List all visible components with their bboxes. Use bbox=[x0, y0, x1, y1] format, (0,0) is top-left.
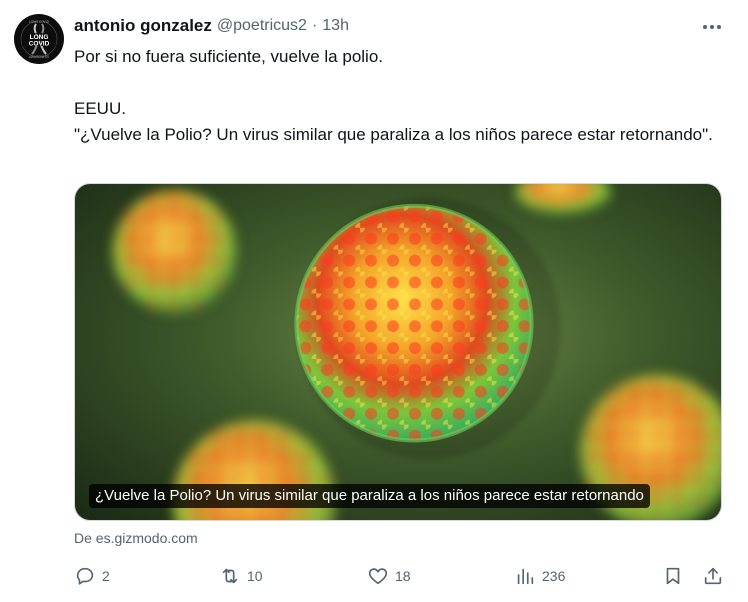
card-title[interactable]: ¿Vuelve la Polio? Un virus similar que p… bbox=[89, 484, 650, 508]
avatar[interactable]: LONG COVID LONG COVID AWARENESS bbox=[14, 14, 64, 64]
bookmark-icon bbox=[666, 567, 680, 585]
heart-icon bbox=[368, 568, 388, 585]
author-handle[interactable]: @poetricus2 bbox=[217, 17, 307, 35]
views-chart-icon bbox=[517, 568, 534, 585]
author-name[interactable]: antonio gonzalez bbox=[74, 16, 212, 36]
retweet-icon bbox=[222, 568, 238, 584]
separator: · bbox=[311, 17, 318, 34]
tweet-header: antonio gonzalez @poetricus2 · 13h bbox=[74, 14, 349, 38]
retweet-count: 10 bbox=[247, 568, 263, 584]
reply-icon bbox=[76, 567, 94, 585]
reply-count: 2 bbox=[102, 568, 110, 584]
long-covid-logo-icon: LONG COVID LONG COVID AWARENESS bbox=[15, 15, 63, 63]
card-image bbox=[75, 184, 721, 520]
bookmark-button[interactable] bbox=[662, 562, 684, 590]
retweet-button[interactable]: 10 bbox=[219, 562, 263, 590]
timestamp[interactable]: 13h bbox=[322, 17, 349, 35]
like-button[interactable]: 18 bbox=[367, 562, 411, 590]
views-count: 236 bbox=[542, 568, 566, 584]
tweet-text-line: EEUU. bbox=[74, 99, 126, 118]
share-icon bbox=[704, 567, 722, 585]
avatar-top-text: LONG COVID bbox=[29, 20, 50, 24]
avatar-line2: COVID bbox=[29, 41, 50, 48]
tweet-text-line: Por si no fuera suficiente, vuelve la po… bbox=[74, 47, 384, 66]
more-horizontal-icon bbox=[703, 25, 707, 29]
tweet-text: Por si no fuera suficiente, vuelve la po… bbox=[74, 44, 714, 148]
views-button[interactable]: 236 bbox=[514, 562, 565, 590]
share-button[interactable] bbox=[702, 562, 724, 590]
tweet-text-line: "¿Vuelve la Polio? Un virus similar que … bbox=[74, 125, 713, 144]
link-card[interactable]: ¿Vuelve la Polio? Un virus similar que p… bbox=[74, 183, 722, 521]
more-options-button[interactable] bbox=[698, 16, 726, 38]
like-count: 18 bbox=[395, 568, 411, 584]
card-source-link[interactable]: De es.gizmodo.com bbox=[74, 530, 198, 546]
avatar-bottom-text: AWARENESS bbox=[29, 55, 49, 59]
tweet[interactable]: LONG COVID LONG COVID AWARENESS antonio … bbox=[0, 0, 748, 602]
action-bar: 2 10 18 236 bbox=[74, 562, 734, 590]
reply-button[interactable]: 2 bbox=[74, 562, 110, 590]
